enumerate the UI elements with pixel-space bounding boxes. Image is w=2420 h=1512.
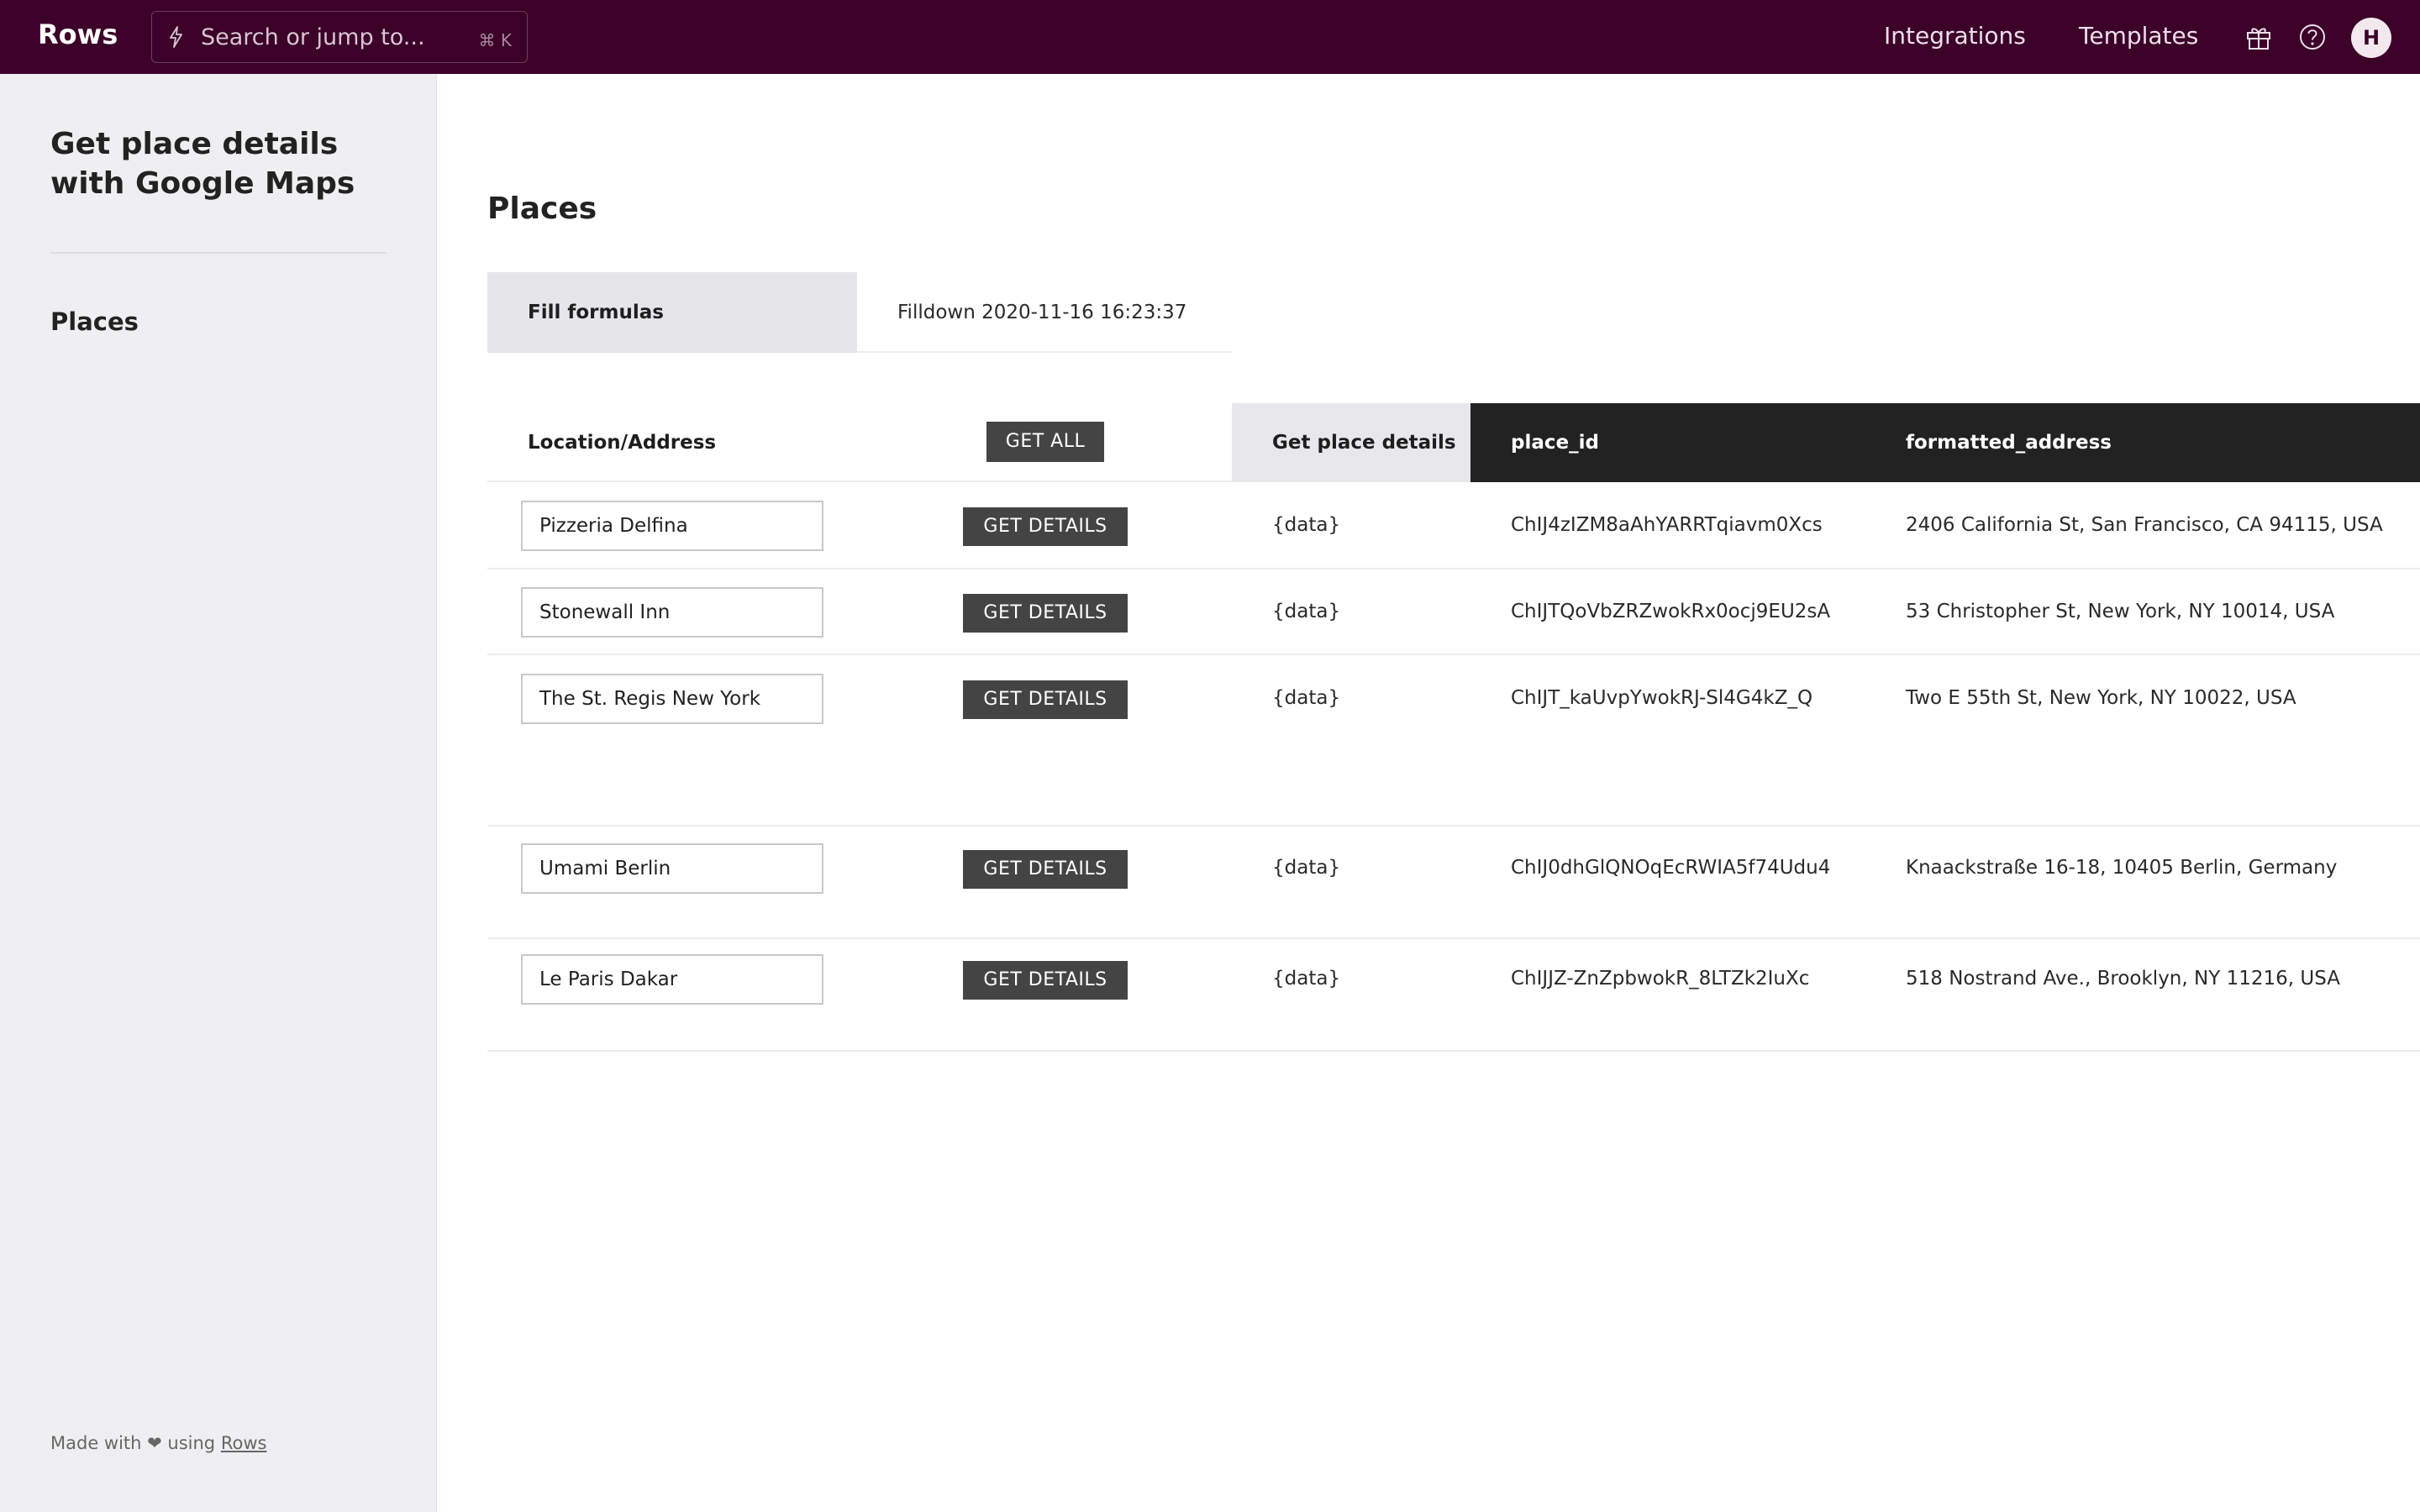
- nav-integrations[interactable]: Integrations: [1884, 22, 2026, 50]
- filldown-label: Filldown 2020-11-16 16:23:37: [857, 272, 1232, 353]
- location-input[interactable]: Umami Berlin: [521, 843, 823, 894]
- table-row: Stonewall Inn GET DETAILS {data} ChIJTQo…: [487, 570, 2420, 655]
- search-placeholder: Search or jump to...: [201, 24, 425, 50]
- data-cell: {data}: [1272, 687, 1341, 709]
- address-cell: Two E 55th St, New York, NY 10022, USA: [1906, 687, 2296, 709]
- column-header-location: Location/Address: [528, 432, 717, 454]
- location-input[interactable]: Le Paris Dakar: [521, 954, 823, 1005]
- column-header-get-details: Get place details: [1232, 403, 1470, 482]
- place-id-cell: ChIJ0dhGlQNOqEcRWIA5f74Udu4: [1511, 857, 1831, 879]
- doc-title: Get place details with Google Maps: [50, 127, 355, 201]
- table-header: Location/Address GET ALL Get place detai…: [487, 403, 2420, 482]
- data-cell: {data}: [1272, 968, 1341, 990]
- sidebar: Get place details with Google Maps Place…: [0, 74, 437, 1512]
- address-cell: 53 Christopher St, New York, NY 10014, U…: [1906, 601, 2335, 622]
- get-details-button[interactable]: GET DETAILS: [963, 850, 1128, 889]
- data-cell: {data}: [1272, 514, 1341, 536]
- column-header-place-id: place_id: [1470, 403, 1865, 482]
- place-id-cell: ChIJT_kaUvpYwokRJ-Sl4G4kZ_Q: [1511, 687, 1813, 709]
- footer-prefix: Made with ❤ using: [50, 1433, 216, 1453]
- get-details-button[interactable]: GET DETAILS: [963, 594, 1128, 633]
- location-input[interactable]: Stonewall Inn: [521, 587, 823, 638]
- get-all-button[interactable]: GET ALL: [986, 422, 1104, 462]
- place-id-cell: ChIJJZ-ZnZpbwokR_8LTZk2IuXc: [1511, 968, 1810, 990]
- place-id-cell: ChIJTQoVbZRZwokRx0ocj9EU2sA: [1511, 601, 1831, 622]
- nav-templates[interactable]: Templates: [2079, 22, 2198, 50]
- top-bar: Rows Search or jump to... ⌘ K Integratio…: [0, 0, 2420, 74]
- place-id-cell: ChIJ4zIZM8aAhYARRTqiavm0Xcs: [1511, 514, 1823, 536]
- table-row: The St. Regis New York GET DETAILS {data…: [487, 655, 2420, 827]
- address-cell: 2406 California St, San Francisco, CA 94…: [1906, 514, 2383, 536]
- column-header-address: formatted_address: [1865, 403, 2420, 482]
- get-details-button[interactable]: GET DETAILS: [963, 507, 1128, 546]
- search-shortcut: ⌘ K: [478, 30, 512, 50]
- fill-formulas-tab[interactable]: Fill formulas: [487, 272, 857, 353]
- data-cell: {data}: [1272, 601, 1341, 622]
- address-cell: 518 Nostrand Ave., Brooklyn, NY 11216, U…: [1906, 968, 2340, 990]
- get-details-button[interactable]: GET DETAILS: [963, 961, 1128, 1000]
- footer-rows-link[interactable]: Rows: [221, 1433, 267, 1453]
- get-details-button[interactable]: GET DETAILS: [963, 680, 1128, 719]
- table-row: Umami Berlin GET DETAILS {data} ChIJ0dhG…: [487, 827, 2420, 939]
- sidebar-item-places[interactable]: Places: [50, 307, 139, 336]
- footer-credit: Made with ❤ using Rows: [50, 1433, 266, 1453]
- table-row: Pizzeria Delfina GET DETAILS {data} ChIJ…: [487, 482, 2420, 570]
- avatar[interactable]: H: [2351, 18, 2391, 58]
- data-cell: {data}: [1272, 857, 1341, 879]
- bolt-icon: [170, 26, 182, 48]
- rows-logo[interactable]: Rows: [38, 18, 118, 50]
- sidebar-divider: [50, 252, 387, 254]
- table-row: Le Paris Dakar GET DETAILS {data} ChIJJZ…: [487, 939, 2420, 1052]
- gift-icon[interactable]: [2242, 20, 2275, 54]
- location-input[interactable]: The St. Regis New York: [521, 674, 823, 724]
- location-input[interactable]: Pizzeria Delfina: [521, 501, 823, 551]
- help-icon[interactable]: [2296, 20, 2329, 54]
- search-input[interactable]: Search or jump to... ⌘ K: [151, 11, 528, 63]
- section-title: Places: [487, 192, 597, 226]
- address-cell: Knaackstraße 16-18, 10405 Berlin, German…: [1906, 857, 2338, 879]
